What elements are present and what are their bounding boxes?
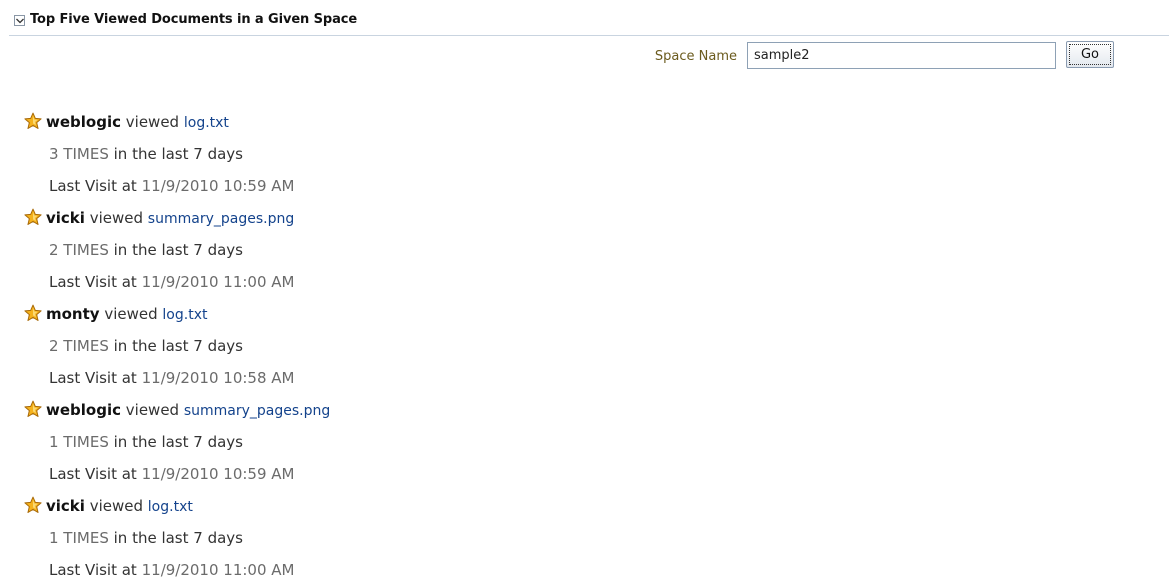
star-icon bbox=[24, 112, 42, 129]
entry-title-line: monty viewed log.txt bbox=[24, 298, 330, 330]
space-name-label: Space Name bbox=[654, 49, 737, 64]
list-item: vicki viewed log.txt 1 TIMES in the last… bbox=[24, 490, 330, 586]
view-count: 2 TIMES bbox=[49, 241, 109, 259]
view-period: in the last 7 days bbox=[113, 337, 243, 355]
last-visit-label: Last Visit at bbox=[49, 273, 137, 291]
view-count: 1 TIMES bbox=[49, 529, 109, 547]
document-link[interactable]: log.txt bbox=[148, 499, 193, 515]
last-visit-line: Last Visit at 11/9/2010 10:59 AM bbox=[24, 458, 330, 490]
list-item: weblogic viewed log.txt 3 TIMES in the l… bbox=[24, 106, 330, 202]
last-visit-label: Last Visit at bbox=[49, 369, 137, 387]
list-item: vicki viewed summary_pages.png 2 TIMES i… bbox=[24, 202, 330, 298]
view-count: 3 TIMES bbox=[49, 145, 109, 163]
entry-title-line: weblogic viewed log.txt bbox=[24, 106, 330, 138]
action-verb: viewed bbox=[125, 401, 180, 419]
user-name: vicki bbox=[46, 497, 85, 515]
action-verb: viewed bbox=[125, 113, 180, 131]
user-name: vicki bbox=[46, 209, 85, 227]
document-link[interactable]: summary_pages.png bbox=[184, 403, 330, 419]
star-icon bbox=[24, 496, 42, 513]
document-link[interactable]: log.txt bbox=[184, 115, 229, 131]
user-name: weblogic bbox=[46, 401, 121, 419]
document-link[interactable]: log.txt bbox=[162, 307, 207, 323]
last-visit-line: Last Visit at 11/9/2010 11:00 AM bbox=[24, 554, 330, 586]
view-count: 2 TIMES bbox=[49, 337, 109, 355]
list-item: monty viewed log.txt 2 TIMES in the last… bbox=[24, 298, 330, 394]
user-name: weblogic bbox=[46, 113, 121, 131]
space-name-input[interactable] bbox=[747, 42, 1056, 69]
document-link[interactable]: summary_pages.png bbox=[148, 211, 294, 227]
view-period: in the last 7 days bbox=[113, 529, 243, 547]
action-verb: viewed bbox=[89, 497, 144, 515]
go-button[interactable]: Go bbox=[1066, 41, 1114, 68]
last-visit-time: 11/9/2010 10:59 AM bbox=[141, 177, 295, 195]
last-visit-time: 11/9/2010 10:58 AM bbox=[141, 369, 295, 387]
entry-title-line: weblogic viewed summary_pages.png bbox=[24, 394, 330, 426]
star-icon bbox=[24, 400, 42, 417]
list-item: weblogic viewed summary_pages.png 1 TIME… bbox=[24, 394, 330, 490]
view-count-line: 1 TIMES in the last 7 days bbox=[24, 426, 330, 458]
view-count-line: 2 TIMES in the last 7 days bbox=[24, 330, 330, 362]
last-visit-line: Last Visit at 11/9/2010 10:59 AM bbox=[24, 170, 330, 202]
go-button-label: Go bbox=[1069, 44, 1111, 65]
view-count-line: 2 TIMES in the last 7 days bbox=[24, 234, 330, 266]
action-verb: viewed bbox=[89, 209, 144, 227]
last-visit-line: Last Visit at 11/9/2010 10:58 AM bbox=[24, 362, 330, 394]
chevron-down-icon[interactable] bbox=[14, 15, 25, 26]
last-visit-time: 11/9/2010 11:00 AM bbox=[141, 561, 295, 579]
entry-title-line: vicki viewed log.txt bbox=[24, 490, 330, 522]
last-visit-label: Last Visit at bbox=[49, 177, 137, 195]
last-visit-line: Last Visit at 11/9/2010 11:00 AM bbox=[24, 266, 330, 298]
viewed-documents-list: weblogic viewed log.txt 3 TIMES in the l… bbox=[24, 106, 330, 586]
view-period: in the last 7 days bbox=[113, 145, 243, 163]
view-period: in the last 7 days bbox=[113, 433, 243, 451]
last-visit-time: 11/9/2010 11:00 AM bbox=[141, 273, 295, 291]
last-visit-label: Last Visit at bbox=[49, 465, 137, 483]
last-visit-label: Last Visit at bbox=[49, 561, 137, 579]
view-count: 1 TIMES bbox=[49, 433, 109, 451]
panel-header: Top Five Viewed Documents in a Given Spa… bbox=[9, 9, 1169, 36]
view-period: in the last 7 days bbox=[113, 241, 243, 259]
star-icon bbox=[24, 208, 42, 225]
panel-title: Top Five Viewed Documents in a Given Spa… bbox=[30, 12, 358, 27]
user-name: monty bbox=[46, 305, 100, 323]
view-count-line: 3 TIMES in the last 7 days bbox=[24, 138, 330, 170]
last-visit-time: 11/9/2010 10:59 AM bbox=[141, 465, 295, 483]
action-verb: viewed bbox=[104, 305, 158, 323]
view-count-line: 1 TIMES in the last 7 days bbox=[24, 522, 330, 554]
entry-title-line: vicki viewed summary_pages.png bbox=[24, 202, 330, 234]
star-icon bbox=[24, 304, 42, 321]
